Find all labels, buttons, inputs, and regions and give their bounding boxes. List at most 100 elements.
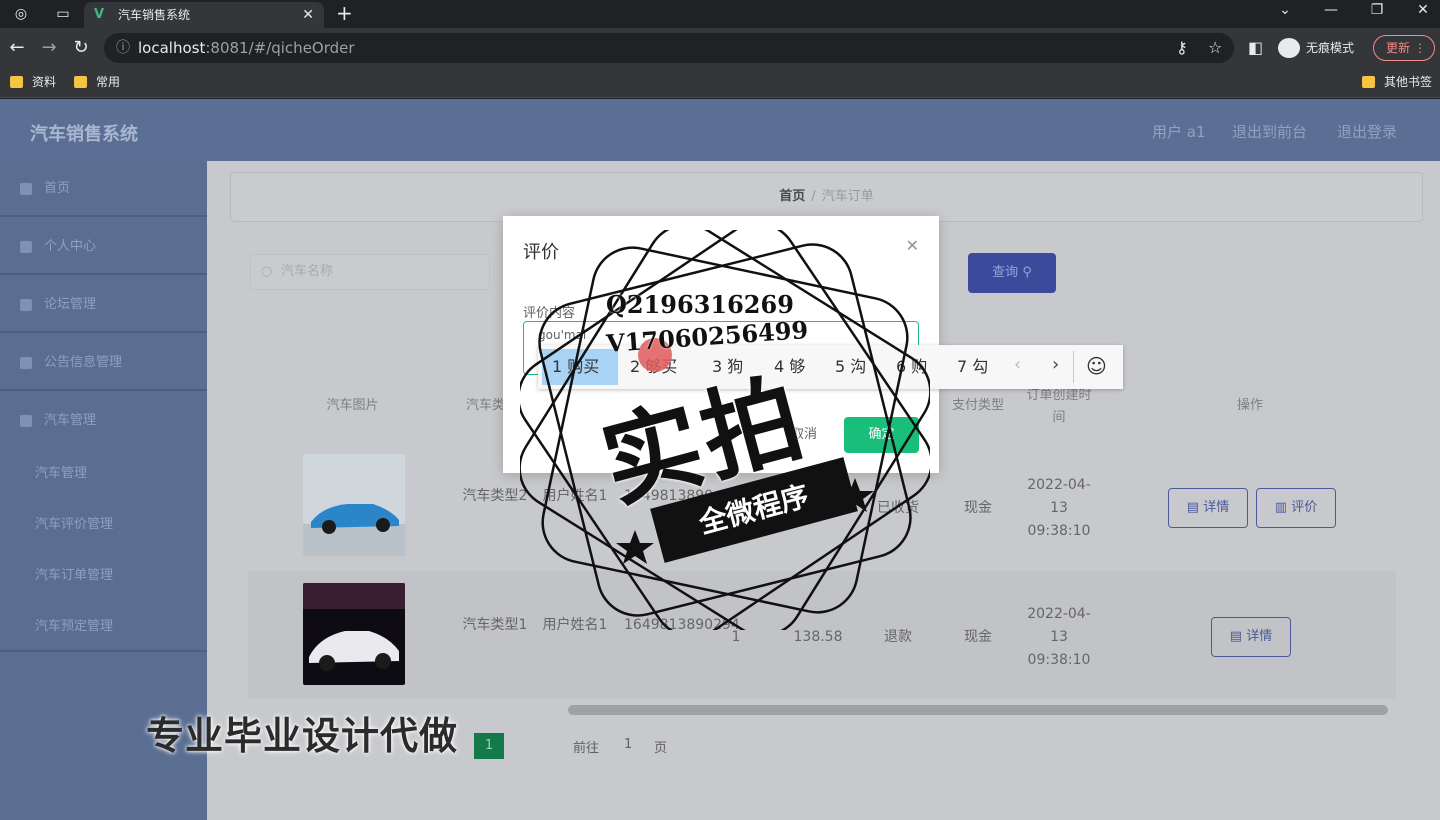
other-bookmarks-label: 其他书签: [1384, 75, 1433, 89]
bookmark-label: 常用: [96, 75, 121, 89]
incognito-label: 无痕模式: [1306, 41, 1355, 55]
sidebar-sub-car-manage[interactable]: 汽车管理: [0, 449, 207, 499]
horizontal-scrollbar[interactable]: [568, 705, 1388, 715]
sidebar-item-label: 论坛管理: [44, 297, 97, 312]
document-icon: ▤: [1229, 629, 1243, 644]
folder-icon: [10, 76, 23, 88]
browser-tab[interactable]: V 汽车销售系统 ✕: [84, 2, 324, 28]
bookmark-star-icon[interactable]: ☆: [1208, 38, 1222, 57]
ime-prev-icon[interactable]: ‹: [1014, 354, 1021, 375]
detail-button[interactable]: ▤ 详情: [1168, 488, 1248, 528]
site-header: 汽车销售系统 用户 a1 退出到前台 退出登录: [0, 99, 1440, 161]
car-photo: [303, 454, 405, 556]
search-placeholder: 汽车名称: [281, 264, 334, 279]
pager-page-suffix: 页: [654, 741, 668, 756]
car-name-search-input[interactable]: ○ 汽车名称: [250, 254, 490, 290]
sidebar-item-notice[interactable]: 公告信息管理: [0, 335, 207, 391]
url-path: :8081/#/qicheOrder: [205, 39, 355, 57]
reload-icon[interactable]: ↻: [70, 37, 92, 58]
detail-button[interactable]: ▤ 详情: [1211, 617, 1291, 657]
forward-icon[interactable]: →: [38, 37, 60, 58]
ime-candidate[interactable]: 7 勾: [957, 356, 988, 378]
cell-car-type: 汽车类型2: [462, 488, 528, 504]
url-host: localhost: [138, 39, 206, 57]
user-link[interactable]: 用户 a1: [1152, 121, 1206, 142]
vue-logo-icon: V: [94, 7, 105, 22]
address-bar[interactable]: ⓘ localhost:8081/#/qicheOrder: [104, 33, 1234, 63]
tab-close-icon[interactable]: ✕: [302, 2, 314, 28]
sidebar-item-label: 汽车管理: [44, 413, 97, 428]
notice-icon: [20, 357, 32, 369]
th-car-image: 汽车图片: [326, 398, 379, 413]
ime-next-icon[interactable]: ›: [1052, 354, 1059, 375]
update-button[interactable]: 更新 ⋮: [1373, 35, 1435, 61]
pager-current-page[interactable]: 1: [474, 733, 504, 759]
document-icon: ▤: [1186, 500, 1200, 515]
folder-icon: [74, 76, 87, 88]
incognito-indicator[interactable]: 无痕模式: [1278, 36, 1354, 60]
book-icon: ▥: [1274, 500, 1288, 515]
site-info-icon[interactable]: ⓘ: [116, 33, 130, 63]
key-icon[interactable]: ⚷: [1176, 38, 1188, 57]
car-photo-image: [303, 454, 405, 556]
query-label: 查询: [992, 265, 1019, 280]
sidebar-item-car[interactable]: 汽车管理: [0, 393, 207, 449]
new-tab-icon[interactable]: +: [336, 1, 353, 25]
pager-goto-label: 前往: [573, 741, 600, 756]
search-icon: ○: [261, 264, 273, 279]
breadcrumb: 首页 / 汽车订单: [230, 172, 1423, 222]
car-photo: [303, 583, 405, 685]
car-icon: [20, 415, 32, 427]
bookmark-folder[interactable]: 资料: [10, 74, 56, 90]
bookmarks-bar: 资料 常用 其他书签: [0, 68, 1440, 98]
sidebar-item-home[interactable]: 首页: [0, 161, 207, 217]
folder-icon: [1362, 76, 1375, 88]
breadcrumb-home[interactable]: 首页: [779, 189, 805, 204]
sidebar-item-forum[interactable]: 论坛管理: [0, 277, 207, 333]
bookmark-label: 资料: [32, 75, 57, 89]
other-bookmarks[interactable]: 其他书签: [1362, 74, 1432, 90]
cell-created-time: 2022-04-13 09:38:10: [1027, 477, 1091, 539]
cell-pay-type: 现金: [964, 629, 992, 645]
sidebar-sub-car-review[interactable]: 汽车评价管理: [0, 500, 207, 550]
breadcrumb-separator: /: [811, 189, 816, 204]
incognito-icon: [1278, 38, 1300, 58]
browser-tabbar: ◎ ▭ V 汽车销售系统 ✕ + ⌄ — ❐ ✕: [0, 0, 1440, 28]
side-panel-icon[interactable]: ◧: [1248, 38, 1263, 57]
sidebar-item-label: 首页: [44, 181, 71, 196]
detail-label: 详情: [1246, 629, 1273, 644]
home-icon: [20, 183, 32, 195]
cell-car-type: 汽车类型1: [462, 617, 528, 633]
menu-kebab-icon: ⋮: [1414, 41, 1426, 55]
bookmark-folder[interactable]: 常用: [74, 74, 120, 90]
globe-icon[interactable]: ◎: [10, 4, 32, 24]
sidebar-item-label: 个人中心: [44, 239, 97, 254]
detail-label: 详情: [1203, 500, 1230, 515]
tab-title: 汽车销售系统: [118, 8, 191, 22]
minimize-icon[interactable]: —: [1316, 2, 1346, 18]
front-link[interactable]: 退出到前台: [1232, 121, 1307, 142]
sidebar-item-profile[interactable]: 个人中心: [0, 219, 207, 275]
review-button[interactable]: ▥ 评价: [1256, 488, 1336, 528]
emoji-icon[interactable]: ☺: [1086, 354, 1107, 378]
cell-created-time: 2022-04-13 09:38:10: [1027, 606, 1091, 668]
search-icon: ⚲: [1022, 265, 1032, 280]
forum-icon: [20, 299, 32, 311]
logout-link[interactable]: 退出登录: [1337, 121, 1397, 142]
sidebar-item-label: 公告信息管理: [44, 355, 123, 370]
window-icon[interactable]: ▭: [52, 4, 74, 24]
car-photo-image: [303, 583, 405, 685]
cell-pay-type: 现金: [964, 500, 992, 516]
sidebar-sub-car-order[interactable]: 汽车订单管理: [0, 551, 207, 601]
review-label: 评价: [1291, 500, 1318, 515]
back-icon[interactable]: ←: [6, 37, 28, 58]
ime-divider: [1073, 351, 1074, 383]
query-button[interactable]: 查询 ⚲: [968, 253, 1056, 293]
sidebar-sub-car-reserve[interactable]: 汽车预定管理: [0, 602, 207, 652]
close-window-icon[interactable]: ✕: [1408, 2, 1438, 18]
th-actions: 操作: [1236, 398, 1263, 413]
tab-search-icon[interactable]: ⌄: [1270, 2, 1300, 18]
restore-icon[interactable]: ❐: [1362, 2, 1392, 18]
th-created-time: 订单创建时间: [1026, 388, 1092, 425]
pager-page-input[interactable]: 1: [624, 737, 632, 752]
